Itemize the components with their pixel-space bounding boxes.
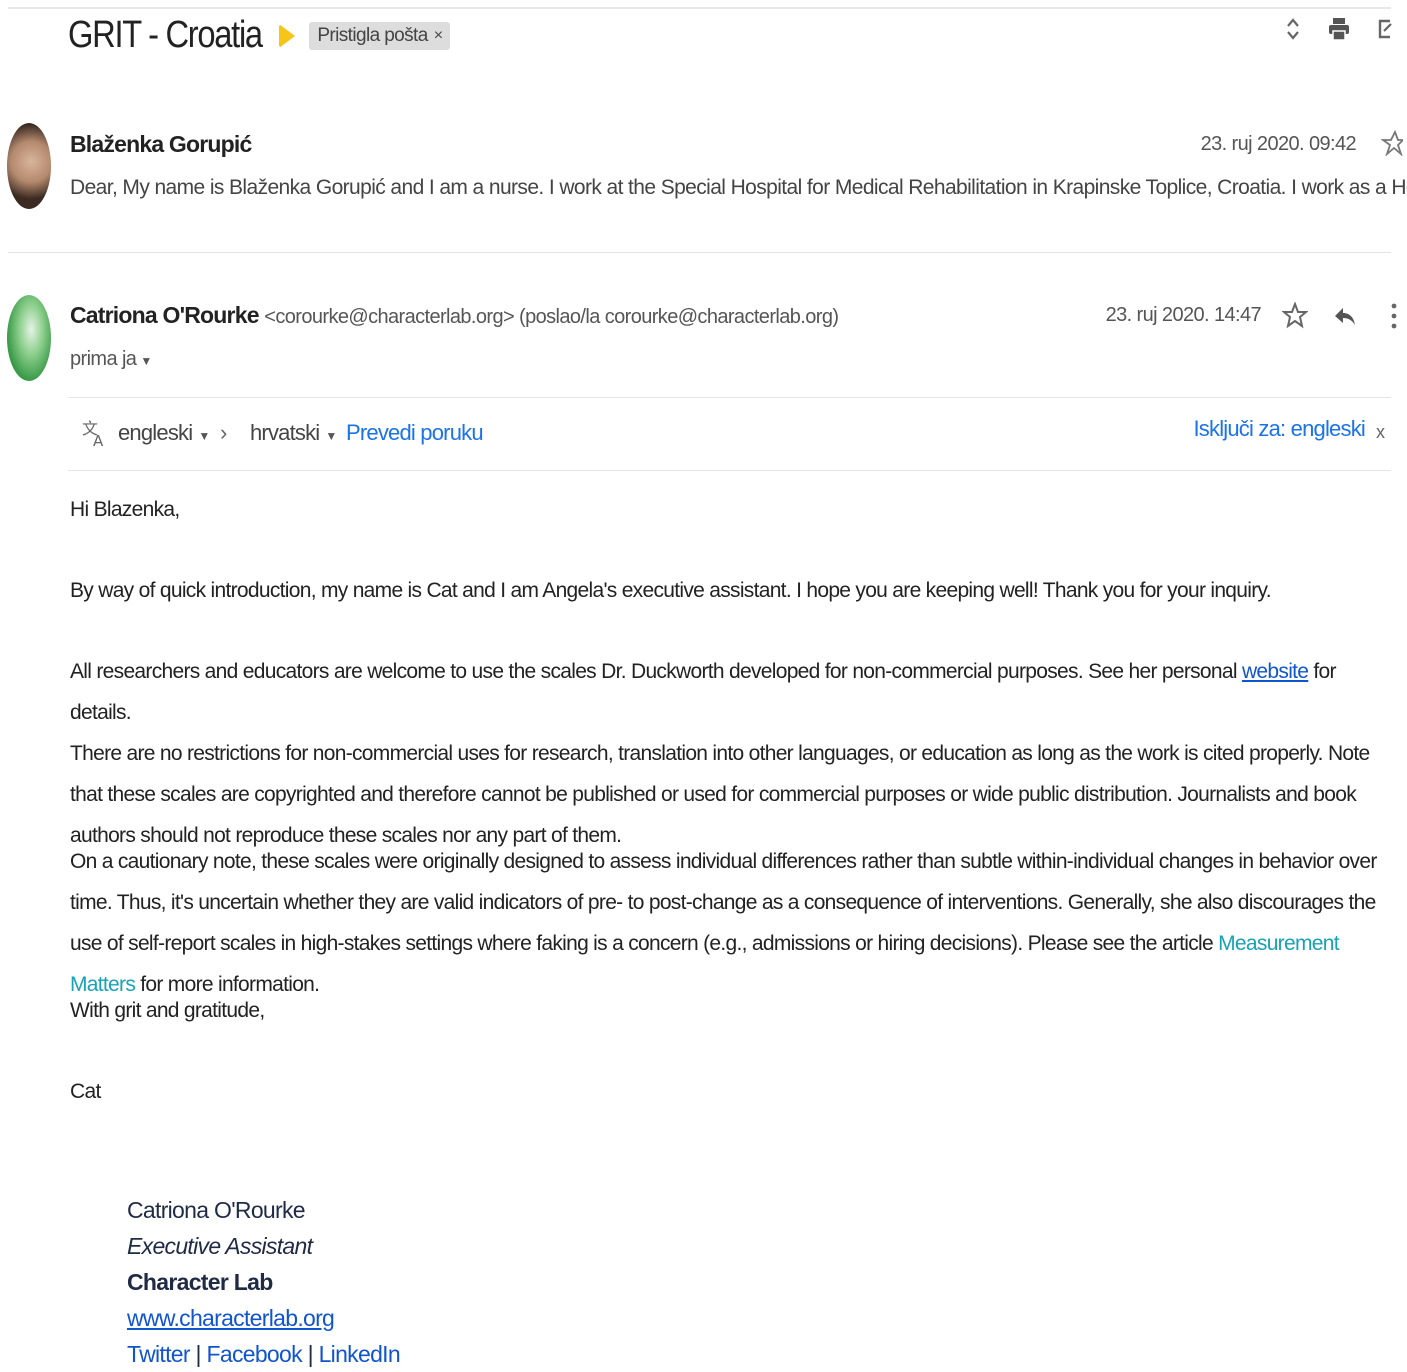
sender-name[interactable]: Catriona O'Rourke <box>70 302 259 328</box>
website-link[interactable]: website <box>1242 660 1309 683</box>
email-paragraph: All researchers and educators are welcom… <box>70 651 1389 733</box>
arrow-right-icon: › <box>220 420 228 445</box>
print-icon[interactable] <box>1327 17 1351 47</box>
facebook-link[interactable]: Facebook <box>207 1341 303 1367</box>
close-translation-icon[interactable]: x <box>1376 422 1385 443</box>
paragraph-text: All researchers and educators are welcom… <box>70 660 1242 683</box>
remove-label-icon[interactable]: × <box>434 27 443 45</box>
recipient-details[interactable]: prima ja ▼ <box>70 348 152 371</box>
sender-email: <corourke@characterlab.org> (poslao/la c… <box>264 306 839 328</box>
signature-organization: Character Lab <box>127 1269 273 1295</box>
message-divider <box>8 252 1391 253</box>
star-icon[interactable] <box>1380 128 1406 163</box>
chevron-down-icon: ▼ <box>198 429 210 443</box>
top-divider <box>8 7 1391 9</box>
link-separator: | <box>189 1341 207 1367</box>
target-language-label: hrvatski <box>250 420 320 445</box>
source-language-label: engleski <box>118 420 193 445</box>
recipient-text: prima ja <box>70 348 137 370</box>
signature-name: Catriona O'Rourke <box>127 1197 306 1223</box>
translate-icon: 文A <box>82 418 108 455</box>
source-language-select[interactable]: engleski ▼ <box>118 420 210 446</box>
thread-toolbar <box>1281 16 1397 48</box>
chevron-down-icon: ▼ <box>325 429 337 443</box>
email-greeting: Hi Blazenka, <box>70 498 180 521</box>
star-icon[interactable] <box>1281 301 1309 337</box>
turn-off-translation-link[interactable]: Isključi za: engleski <box>1193 416 1365 442</box>
signature-social-links: Twitter | Facebook | LinkedIn <box>127 1336 401 1372</box>
email-signoff: Cat <box>70 1080 101 1103</box>
email-signature: Catriona O'Rourke Executive Assistant Ch… <box>127 1192 401 1372</box>
translate-message-link[interactable]: Prevedi poruku <box>346 420 484 446</box>
message-date: 23. ruj 2020. 14:47 <box>1105 304 1262 326</box>
sender-header: Catriona O'Rourke <corourke@characterlab… <box>70 302 839 329</box>
paragraph-text: On a cautionary note, these scales were … <box>70 850 1377 955</box>
signature-website-link[interactable]: www.characterlab.org <box>127 1305 335 1331</box>
more-options-icon[interactable] <box>1391 302 1397 337</box>
link-separator: | <box>301 1341 319 1367</box>
email-paragraph: There are no restrictions for non-commer… <box>70 742 1370 847</box>
thread-header: GRIT - Croatia Pristigla pošta × <box>68 14 451 57</box>
translation-bar: 文A engleski ▼ › hrvatski ▼ Prevedi poruku … <box>68 397 1391 471</box>
importance-marker-icon[interactable] <box>279 23 296 48</box>
sender-name[interactable]: Blaženka Gorupić <box>70 131 252 158</box>
target-language-select[interactable]: hrvatski ▼ <box>250 420 337 446</box>
thread-subject: GRIT - Croatia <box>68 14 263 56</box>
twitter-link[interactable]: Twitter <box>127 1341 191 1367</box>
svg-text:A: A <box>93 432 104 448</box>
sender-avatar[interactable] <box>7 295 51 381</box>
linkedin-link[interactable]: LinkedIn <box>319 1341 401 1367</box>
sender-avatar[interactable] <box>7 123 51 209</box>
label-chip-inbox: Pristigla pošta × <box>309 21 451 50</box>
email-closing: With grit and gratitude, <box>70 999 265 1022</box>
open-new-window-icon[interactable] <box>1373 17 1397 47</box>
chevron-down-icon[interactable]: ▼ <box>140 354 152 368</box>
email-paragraph: By way of quick introduction, my name is… <box>70 579 1272 602</box>
message-snippet[interactable]: Dear, My name is Blaženka Gorupić and I … <box>70 176 1407 200</box>
message-date: 23. ruj 2020. 09:42 <box>1200 133 1357 155</box>
signature-title: Executive Assistant <box>127 1233 313 1259</box>
email-paragraph: On a cautionary note, these scales were … <box>70 841 1389 1005</box>
expand-collapse-icon[interactable] <box>1281 16 1305 48</box>
reply-icon[interactable] <box>1333 304 1357 335</box>
label-chip-text: Pristigla pošta <box>317 24 428 46</box>
